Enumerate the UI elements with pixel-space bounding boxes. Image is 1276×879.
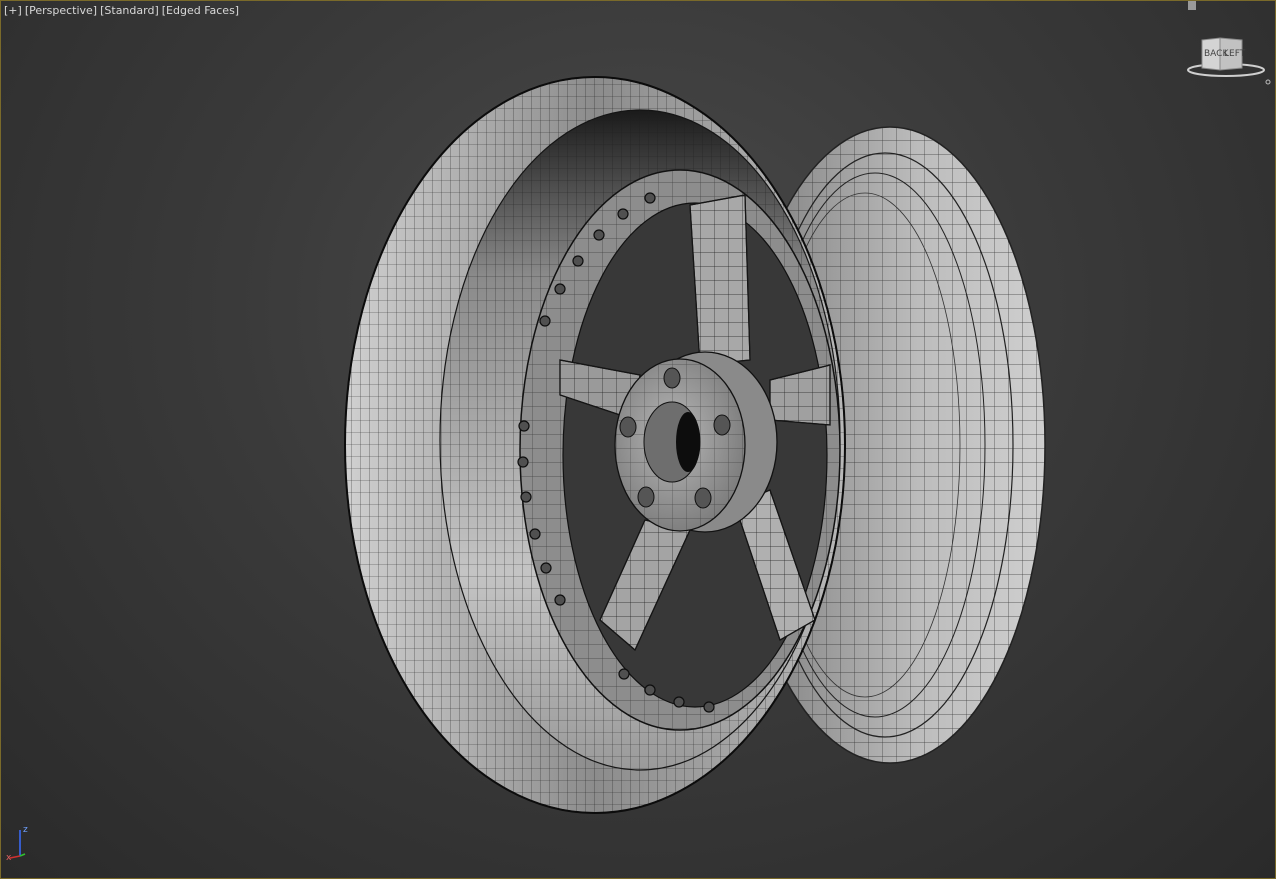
x-axis-label: x (6, 853, 12, 862)
center-hub (614, 351, 778, 533)
axis-tripod: z x (6, 825, 28, 862)
home-icon[interactable] (1188, 0, 1196, 10)
wheel-model[interactable] (0, 0, 1276, 879)
x-axis-line (9, 855, 21, 859)
viewcube-left-label: LEFT (1224, 49, 1246, 59)
z-axis-label: z (23, 825, 28, 835)
perspective-viewport[interactable]: [+] [Perspective] [Standard] [Edged Face… (0, 0, 1276, 879)
viewcube-options-icon[interactable] (1265, 79, 1271, 85)
viewcube[interactable]: BACK LEFT (1184, 0, 1274, 90)
